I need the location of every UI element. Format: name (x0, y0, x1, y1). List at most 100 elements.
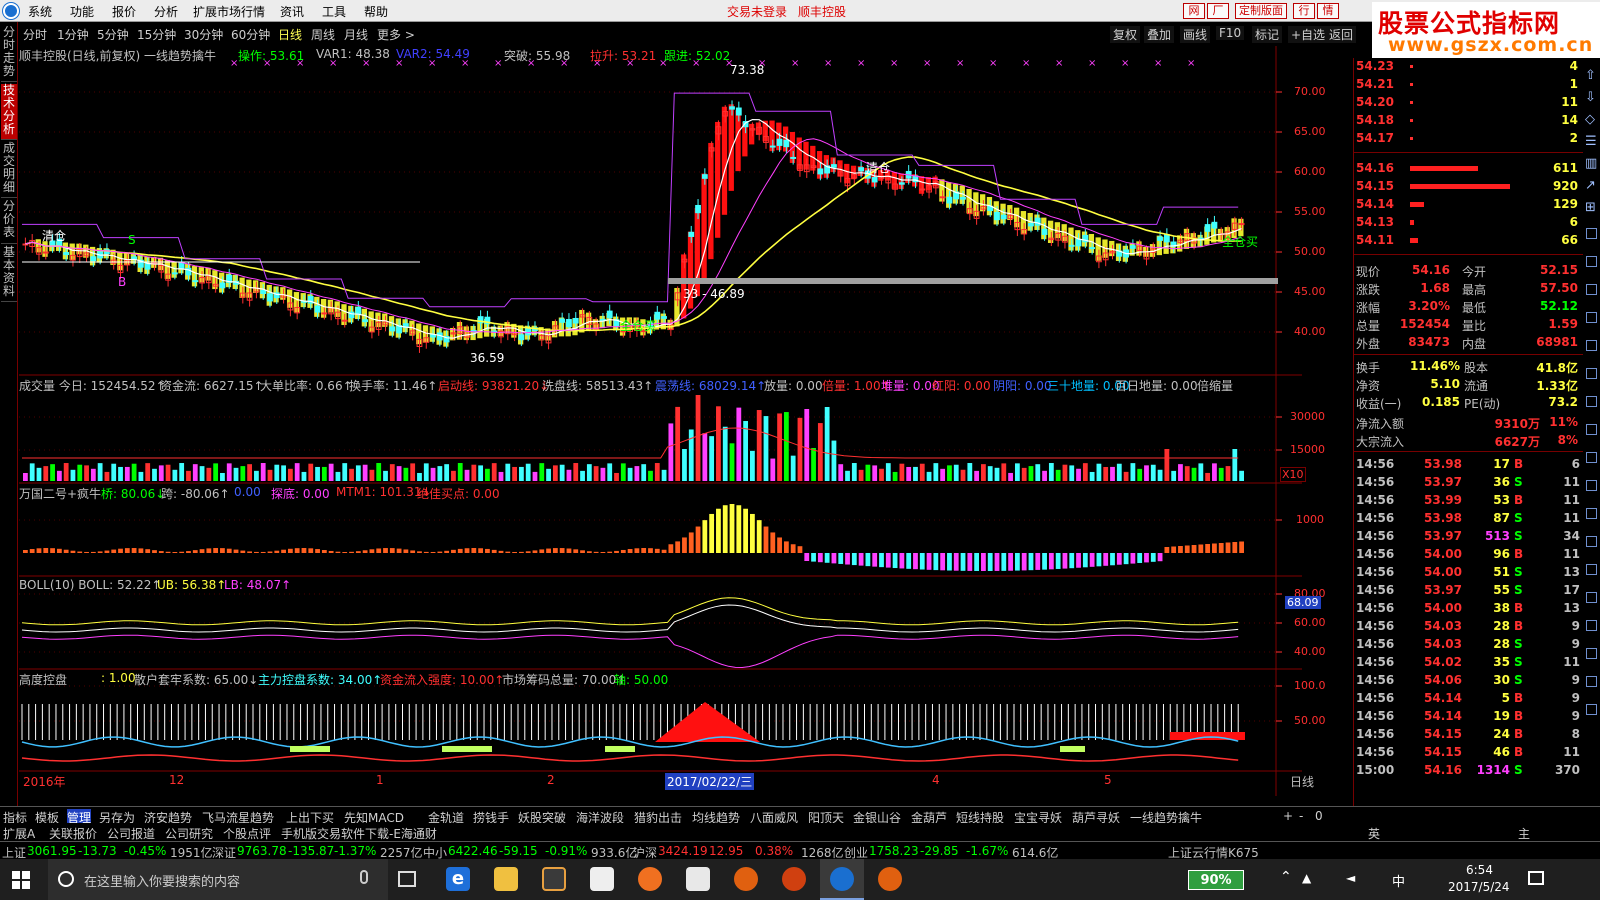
menu-help[interactable]: 帮助 (364, 3, 388, 20)
period-1min[interactable]: 1分钟 (57, 26, 89, 43)
side-tool-icon[interactable] (1586, 396, 1597, 407)
battery-indicator[interactable]: 90% (1188, 870, 1244, 890)
network-icon[interactable]: ▲ (1302, 871, 1311, 885)
chevron-up-icon[interactable]: ⌃ (1280, 869, 1292, 885)
side-tool-icon[interactable] (1586, 452, 1597, 463)
side-tool-icon[interactable] (1586, 480, 1597, 491)
add-favorite-button[interactable]: +自选 (1288, 26, 1329, 43)
menu-info[interactable]: 资讯 (280, 3, 304, 20)
volume-icon[interactable]: ◄ (1346, 871, 1355, 885)
side-tool-icon[interactable] (1586, 312, 1597, 323)
zoom-button[interactable]: + (1283, 809, 1293, 823)
extension-tab[interactable]: 个股点评 (223, 825, 271, 842)
factory-button[interactable]: 厂 (1207, 3, 1229, 19)
draw-line-button[interactable]: 画线 (1180, 26, 1211, 43)
side-tool-icon[interactable] (1586, 424, 1597, 435)
ime-indicator[interactable]: 中 (1392, 871, 1405, 890)
taskbar-search[interactable]: 在这里输入你要搜索的内容 (48, 859, 388, 900)
side-tool-icon[interactable] (1586, 536, 1597, 547)
file-explorer-icon[interactable] (494, 867, 518, 891)
boll-lower-line (21, 634, 1239, 669)
menu-analysis[interactable]: 分析 (154, 3, 178, 20)
side-tool-icon[interactable] (1586, 508, 1597, 519)
side-tool-icon[interactable] (1586, 228, 1597, 239)
extension-tab[interactable]: 手机版交易软件下载-E海通财 (281, 825, 437, 842)
period-monthly[interactable]: 月线 (344, 26, 368, 43)
period-60min[interactable]: 60分钟 (231, 26, 270, 43)
side-tool-icon[interactable] (1586, 620, 1597, 631)
extension-tab[interactable]: 公司报道 (107, 825, 155, 842)
side-tool-icon[interactable] (1586, 564, 1597, 575)
menu-quote[interactable]: 报价 (112, 3, 136, 20)
period-15min[interactable]: 15分钟 (137, 26, 176, 43)
momentum-bar (111, 549, 117, 553)
inflow-area (1170, 732, 1245, 740)
stock-app-icon[interactable] (830, 867, 854, 891)
tick-volume: 35 (1493, 655, 1510, 669)
tab-intraday[interactable]: 分时走势 (1, 26, 17, 82)
extension-tab[interactable]: 关联报价 (49, 825, 97, 842)
overlay-button[interactable]: 叠加 (1144, 26, 1175, 43)
trade-login-status[interactable]: 交易未登录 (727, 3, 787, 20)
tab-fundamentals[interactable]: 基本资料 (1, 246, 17, 302)
side-tool-icon[interactable] (1586, 340, 1597, 351)
mark-button[interactable]: 标记 (1252, 26, 1283, 43)
tab-trade-details[interactable]: 成交明细 (1, 142, 17, 198)
momentum-bar (892, 553, 898, 569)
side-tool-icon[interactable] (1586, 704, 1597, 715)
clock-date[interactable]: 2017/5/24 (1448, 880, 1510, 894)
index-status-bar: 上证 3061.95 -13.73 -0.45% 1951亿 深证 9763.78 -135.… (0, 841, 1600, 860)
microphone-icon[interactable] (360, 870, 368, 884)
tab-price-table[interactable]: 分价表 (1, 200, 17, 244)
panel-tab[interactable]: 英 (1368, 825, 1380, 842)
trend-ribbon-bar (280, 287, 286, 300)
side-tool-icon[interactable] (1586, 648, 1597, 659)
f10-button[interactable]: F10 (1216, 26, 1245, 40)
windows-start-icon[interactable] (12, 871, 30, 889)
web-button[interactable]: 网 (1183, 3, 1205, 19)
edge-browser-icon[interactable]: e (446, 867, 470, 891)
trading-app-icon-3[interactable] (878, 867, 902, 891)
clock-time[interactable]: 6:54 (1466, 863, 1493, 877)
period-more[interactable]: 更多 > (377, 26, 415, 43)
volume-bar (899, 463, 905, 481)
custom-layout-button[interactable]: 定制版面 (1235, 3, 1287, 19)
side-tool-icon[interactable] (1586, 592, 1597, 603)
period-5min[interactable]: 5分钟 (97, 26, 129, 43)
extension-tab[interactable]: 扩展A (3, 825, 35, 842)
store-icon[interactable] (590, 867, 614, 891)
zoom-button[interactable]: - (1299, 809, 1303, 823)
side-tool-icon[interactable] (1586, 256, 1597, 267)
zoom-button[interactable]: 0 (1315, 809, 1323, 823)
menu-extended-market[interactable]: 扩展市场行情 (193, 3, 265, 20)
trading-app-icon-2[interactable] (782, 867, 806, 891)
task-view-icon[interactable] (398, 871, 416, 887)
momentum-bar (90, 551, 96, 553)
notification-icon[interactable] (1528, 871, 1544, 885)
media-player-icon[interactable] (542, 867, 566, 891)
browser-icon[interactable] (638, 867, 662, 891)
panel-tab[interactable]: 主 (1518, 825, 1530, 842)
index-change: -59.15 (499, 844, 538, 858)
side-tool-icon[interactable] (1586, 368, 1597, 379)
period-intraday[interactable]: 分时 (23, 26, 47, 43)
momentum-bar (260, 551, 266, 553)
side-tool-icon[interactable] (1586, 676, 1597, 687)
indicator-label: 散户套牢系数: 65.00↓ (134, 673, 259, 687)
menu-function[interactable]: 功能 (70, 3, 94, 20)
market-button-b[interactable]: 情 (1317, 3, 1339, 19)
flow-label: 大宗流入 (1356, 435, 1405, 449)
period-daily[interactable]: 日线 (278, 26, 302, 43)
back-button[interactable]: 返回 (1326, 26, 1357, 43)
side-tool-icon[interactable] (1586, 284, 1597, 295)
menu-tools[interactable]: 工具 (322, 3, 346, 20)
tab-technical-analysis[interactable]: 技术分析 (1, 84, 17, 140)
menu-system[interactable]: 系统 (28, 3, 52, 20)
extension-tab[interactable]: 公司研究 (165, 825, 213, 842)
calculator-icon[interactable] (686, 867, 710, 891)
trading-app-icon-1[interactable] (734, 867, 758, 891)
restore-rights-button[interactable]: 复权 (1110, 26, 1141, 43)
period-weekly[interactable]: 周线 (311, 26, 335, 43)
market-button-a[interactable]: 行 (1293, 3, 1315, 19)
period-30min[interactable]: 30分钟 (184, 26, 223, 43)
